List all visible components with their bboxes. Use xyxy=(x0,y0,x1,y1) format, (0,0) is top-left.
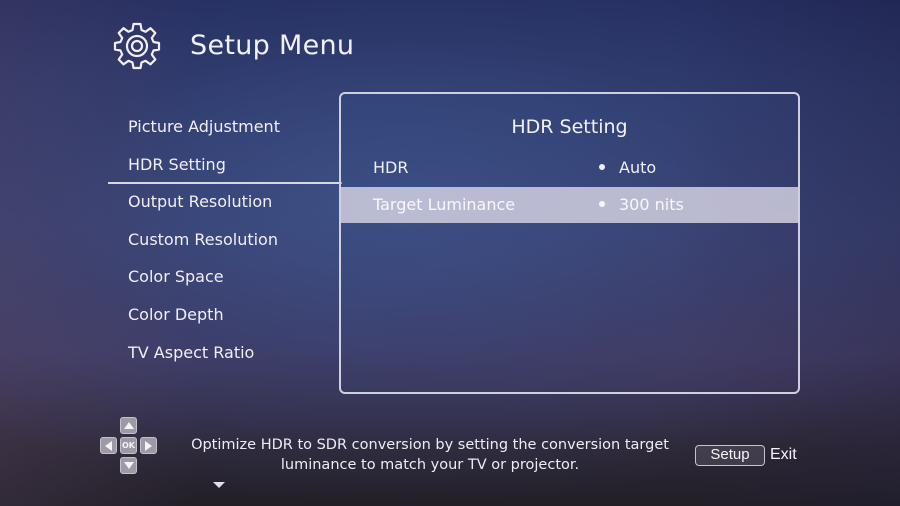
page-title: Setup Menu xyxy=(190,29,355,61)
bullet-icon xyxy=(599,200,605,207)
dpad-hint: OK xyxy=(98,417,160,475)
panel-title: HDR Setting xyxy=(511,116,628,138)
ok-key: OK xyxy=(120,437,137,454)
sidebar-item-color-depth[interactable]: Color Depth xyxy=(108,296,340,334)
setting-value: Auto xyxy=(619,158,657,177)
arrow-left-key xyxy=(100,437,117,454)
arrow-up-icon xyxy=(123,422,134,429)
arrow-right-icon xyxy=(145,440,152,451)
sidebar-item-custom-resolution[interactable]: Custom Resolution xyxy=(108,221,340,259)
sidebar-item-color-space[interactable]: Color Space xyxy=(108,258,340,296)
help-line-1: Optimize HDR to SDR conversion by settin… xyxy=(191,437,669,453)
exit-label: Exit xyxy=(770,446,797,463)
setting-row-hdr[interactable]: HDR Auto xyxy=(341,150,798,186)
arrow-up-key xyxy=(120,417,137,434)
hdr-setting-panel: HDR Setting HDR Auto Target Luminance 30… xyxy=(339,92,800,394)
sidebar-item-hdr-setting[interactable]: HDR Setting xyxy=(108,146,342,184)
arrow-left-icon xyxy=(105,440,112,451)
help-line-2: luminance to match your TV or projector. xyxy=(280,457,580,473)
gear-icon xyxy=(113,22,161,70)
setup-button[interactable]: Setup xyxy=(695,445,765,466)
arrow-right-key xyxy=(140,437,157,454)
header: Setup Menu xyxy=(112,20,354,70)
arrow-down-key xyxy=(120,457,137,474)
sidebar-menu: Picture Adjustment HDR Setting Output Re… xyxy=(108,108,342,488)
setting-label: Target Luminance xyxy=(373,195,516,214)
setting-row-target-luminance[interactable]: Target Luminance 300 nits xyxy=(341,187,798,223)
setting-label: HDR xyxy=(373,158,409,177)
chevron-down-icon[interactable] xyxy=(213,482,225,488)
sidebar-item-tv-aspect-ratio[interactable]: TV Aspect Ratio xyxy=(108,334,340,372)
help-text: Optimize HDR to SDR conversion by settin… xyxy=(190,435,670,475)
setting-value: 300 nits xyxy=(619,195,684,214)
bullet-icon xyxy=(599,163,605,170)
arrow-down-icon xyxy=(123,462,134,469)
sidebar-item-picture-adjustment[interactable]: Picture Adjustment xyxy=(108,108,340,146)
setting-value-wrapper: Auto xyxy=(599,150,656,186)
sidebar-item-output-resolution[interactable]: Output Resolution xyxy=(108,183,340,221)
setting-value-wrapper: 300 nits xyxy=(599,187,684,223)
